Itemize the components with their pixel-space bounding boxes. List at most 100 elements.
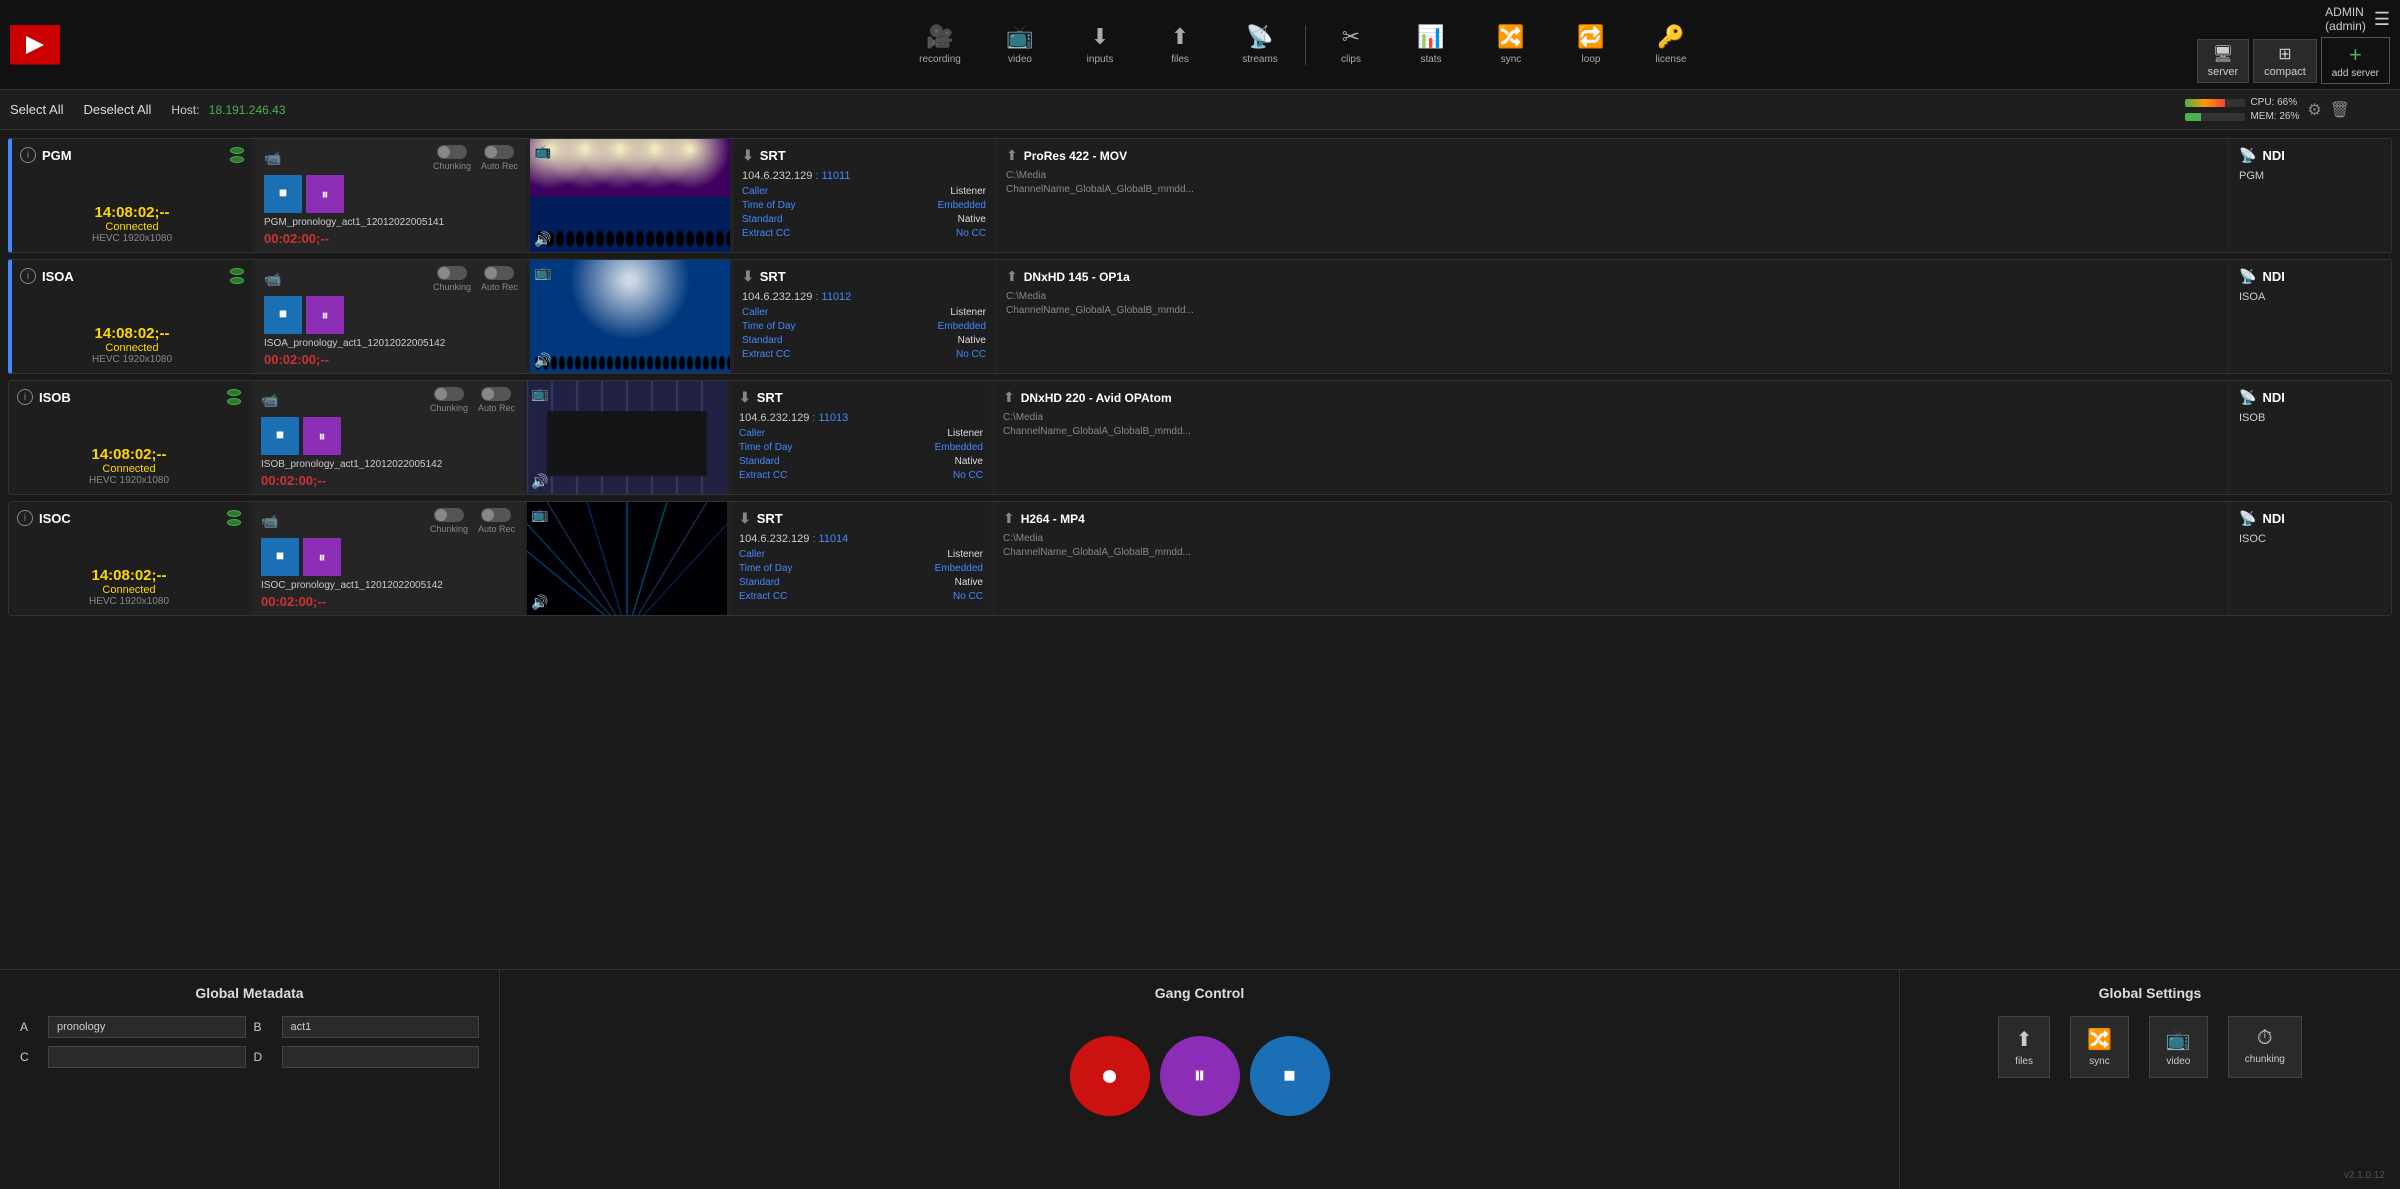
nav-recording[interactable]: 🎥 recording bbox=[900, 19, 980, 70]
server-buttons: 🖥 server ⊞ compact + add server bbox=[2197, 37, 2390, 84]
channel-name-row: i ISOB bbox=[17, 389, 241, 405]
srt-standard-row: Standard Native bbox=[739, 456, 983, 467]
meta-c-input[interactable] bbox=[48, 1046, 246, 1068]
meta-d-input[interactable] bbox=[282, 1046, 480, 1068]
info-icon-isoa[interactable]: i bbox=[20, 268, 36, 284]
stop-button-isoc[interactable]: ⏹ bbox=[261, 538, 299, 576]
nav-files[interactable]: ⬆ files bbox=[1140, 19, 1220, 70]
gang-record-button[interactable]: ⏺ bbox=[1070, 1036, 1150, 1116]
info-icon-pgm[interactable]: i bbox=[20, 147, 36, 163]
rec-controls-top: 📹 Chunking Auto Rec bbox=[261, 508, 515, 534]
ndi-title-text: NDI bbox=[2262, 390, 2284, 405]
gang-stop-button[interactable]: ⏹ bbox=[1250, 1036, 1330, 1116]
add-server-button[interactable]: + add server bbox=[2321, 37, 2390, 84]
autorec-knob[interactable] bbox=[481, 387, 511, 401]
settings-files-button[interactable]: ⬆ files bbox=[1998, 1016, 2050, 1078]
preview-panel-isoc: 📺 🔊 bbox=[527, 502, 727, 615]
chunking-knob[interactable] bbox=[434, 387, 464, 401]
srt-caller-val: Listener bbox=[947, 428, 983, 439]
gang-pause-button[interactable]: ⏸ bbox=[1160, 1036, 1240, 1116]
chunking-knob[interactable] bbox=[437, 266, 467, 280]
admin-label: ADMIN(admin) bbox=[2325, 5, 2366, 33]
chunking-toggle: Chunking bbox=[433, 145, 471, 171]
nav-stats[interactable]: 📊 stats bbox=[1391, 19, 1471, 70]
settings-sync-button[interactable]: 🔀 sync bbox=[2070, 1016, 2129, 1078]
cpu-mem-bars: CPU: 66% MEM: 26% bbox=[2185, 97, 2299, 122]
preview-canvas-pgm bbox=[530, 139, 730, 252]
srt-cc-row: Extract CC No CC bbox=[739, 591, 983, 602]
output-filename-isoa: ChannelName_GlobalA_GlobalB_mmdd... bbox=[1006, 305, 2219, 316]
stop-button-isoa[interactable]: ⏹ bbox=[264, 296, 302, 334]
delete-trash-icon[interactable]: 🗑 bbox=[2330, 100, 2350, 120]
nav-clips[interactable]: ✂ clips bbox=[1311, 19, 1391, 70]
srt-port: : 11014 bbox=[812, 533, 848, 545]
clips-icon: ✂ bbox=[1342, 24, 1360, 50]
info-icon-isoc[interactable]: i bbox=[17, 510, 33, 526]
srt-std-val: Native bbox=[955, 456, 983, 467]
settings-chunking-button[interactable]: ⏱ chunking bbox=[2228, 1016, 2302, 1078]
rec-timer-pgm: 00:02:00;-- bbox=[264, 231, 518, 246]
srt-ip: 104.6.232.129 : 11012 bbox=[742, 291, 986, 303]
output-path-isob: C:\Media bbox=[1003, 412, 2219, 423]
settings-video-label: video bbox=[2166, 1056, 2190, 1067]
deselect-all-button[interactable]: Deselect All bbox=[83, 102, 151, 117]
srt-std-val: Native bbox=[958, 214, 986, 225]
channel-name-row: i ISOC bbox=[17, 510, 241, 526]
nav-loop-label: loop bbox=[1582, 54, 1601, 65]
cpu-label: CPU: 66% bbox=[2250, 97, 2297, 108]
nav-streams[interactable]: 📡 streams bbox=[1220, 19, 1300, 70]
nav-loop[interactable]: 🔁 loop bbox=[1551, 19, 1631, 70]
server-button[interactable]: 🖥 server bbox=[2197, 39, 2250, 83]
srt-title: ⬇ SRT bbox=[742, 268, 986, 285]
settings-video-button[interactable]: 📺 video bbox=[2149, 1016, 2208, 1078]
hamburger-menu[interactable]: ☰ bbox=[2374, 9, 2390, 30]
preview-panel-isoa: 📺 🔊 bbox=[530, 260, 730, 373]
nav-license[interactable]: 🔑 license bbox=[1631, 19, 1711, 70]
srt-tod-key: Time of Day bbox=[739, 563, 793, 574]
meta-a-input[interactable] bbox=[48, 1016, 246, 1038]
srt-timeofday-row: Time of Day Embedded bbox=[742, 321, 986, 332]
chunking-knob[interactable] bbox=[437, 145, 467, 159]
srt-cc-key: Extract CC bbox=[742, 349, 790, 360]
autorec-knob[interactable] bbox=[484, 145, 514, 159]
chunking-toggle: Chunking bbox=[430, 508, 468, 534]
rec-timer-isoa: 00:02:00;-- bbox=[264, 352, 518, 367]
speaker-icon-pgm: 🔊 bbox=[534, 231, 551, 248]
settings-video-icon: 📺 bbox=[2166, 1027, 2191, 1052]
mem-bar-fill bbox=[2185, 113, 2201, 121]
ndi-name-isob: ISOB bbox=[2239, 412, 2383, 424]
mem-bar-track bbox=[2185, 113, 2245, 121]
info-icon-isob[interactable]: i bbox=[17, 389, 33, 405]
srt-caller-row: Caller Listener bbox=[742, 307, 986, 318]
compact-button[interactable]: ⊞ compact bbox=[2253, 39, 2317, 83]
nav-video[interactable]: 📺 video bbox=[980, 19, 1060, 70]
nav-inputs[interactable]: ⬇ inputs bbox=[1060, 19, 1140, 70]
settings-sync-label: sync bbox=[2089, 1056, 2110, 1067]
pause-button-isoc[interactable]: ⏸ bbox=[303, 538, 341, 576]
nav-clips-label: clips bbox=[1341, 54, 1361, 65]
cpu-bar-fill bbox=[2185, 99, 2225, 107]
top-nav: 🎥 recording 📺 video ⬇ inputs ⬆ files 📡 s… bbox=[0, 0, 2400, 90]
stop-button-pgm[interactable]: ⏹ bbox=[264, 175, 302, 213]
autorec-toggle: Auto Rec bbox=[481, 266, 518, 292]
channel-resolution-isoc: HEVC 1920x1080 bbox=[17, 596, 241, 607]
select-all-button[interactable]: Select All bbox=[10, 102, 63, 117]
srt-caller-val: Listener bbox=[950, 307, 986, 318]
nav-streams-label: streams bbox=[1242, 54, 1278, 65]
pause-button-isoa[interactable]: ⏸ bbox=[306, 296, 344, 334]
cpu-bar-track bbox=[2185, 99, 2245, 107]
app-logo[interactable] bbox=[10, 25, 60, 65]
settings-gear-icon[interactable]: ⚙ bbox=[2307, 100, 2321, 120]
autorec-knob[interactable] bbox=[484, 266, 514, 280]
nav-sync[interactable]: 🔀 sync bbox=[1471, 19, 1551, 70]
compact-icon: ⊞ bbox=[2278, 44, 2291, 64]
meta-b-input[interactable] bbox=[282, 1016, 480, 1038]
autorec-knob[interactable] bbox=[481, 508, 511, 522]
stop-button-isob[interactable]: ⏹ bbox=[261, 417, 299, 455]
recording-panel-pgm: 📹 Chunking Auto Rec ⏹ ⏸ PGM_pronology_ac… bbox=[256, 139, 526, 252]
pause-button-pgm[interactable]: ⏸ bbox=[306, 175, 344, 213]
nav-right-top: ADMIN(admin) ☰ bbox=[2325, 5, 2390, 33]
pause-button-isob[interactable]: ⏸ bbox=[303, 417, 341, 455]
chunking-knob[interactable] bbox=[434, 508, 464, 522]
add-icon: + bbox=[2349, 42, 2362, 68]
